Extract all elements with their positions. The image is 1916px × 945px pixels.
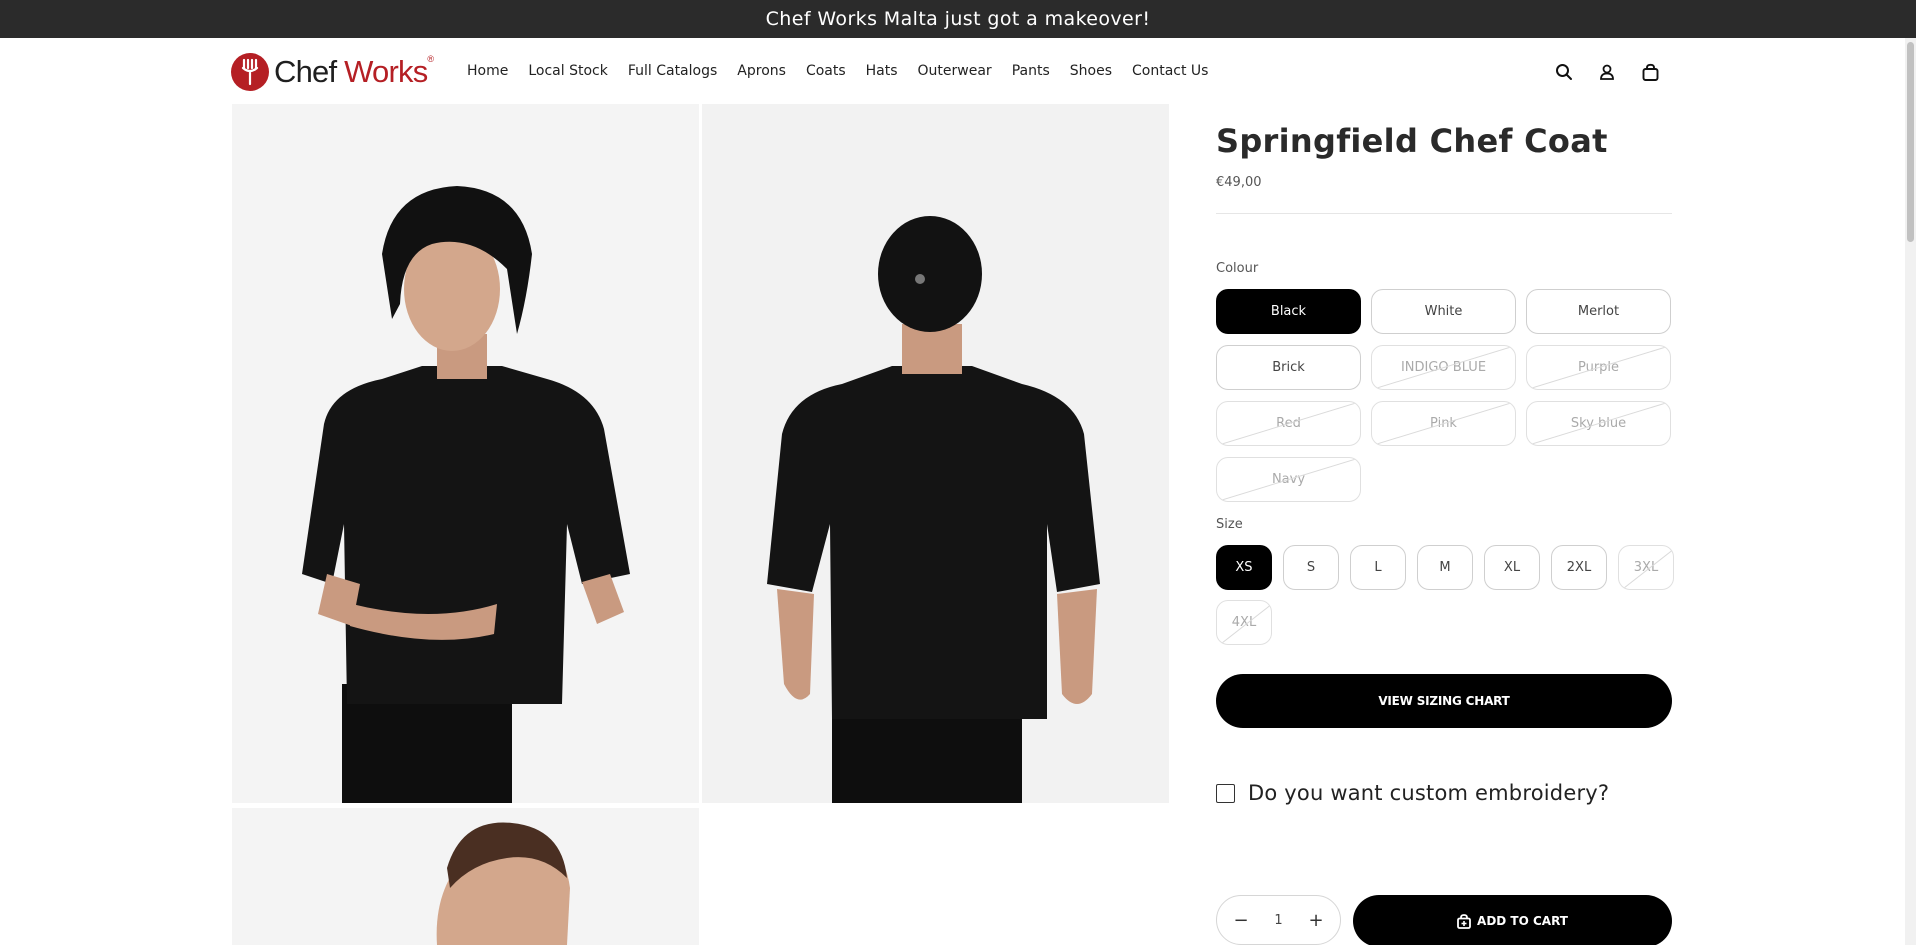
product-image-back[interactable] xyxy=(702,104,1169,803)
announcement-bar: Chef Works Malta just got a makeover! xyxy=(0,0,1916,38)
nav-local-stock[interactable]: Local Stock xyxy=(528,63,607,79)
header-icons xyxy=(1550,58,1679,86)
account-icon[interactable] xyxy=(1593,58,1621,86)
quantity-increase-button[interactable]: + xyxy=(1306,910,1326,931)
size-option-2xl[interactable]: 2XL xyxy=(1551,545,1607,590)
colour-option-pink[interactable]: Pink xyxy=(1371,401,1516,446)
embroidery-label[interactable]: Do you want custom embroidery? xyxy=(1248,781,1609,805)
size-options: XS S L M XL 2XL 3XL 4XL xyxy=(1216,545,1674,645)
size-label: Size xyxy=(1216,517,1243,532)
product-gallery xyxy=(232,104,1169,945)
divider xyxy=(1216,213,1672,214)
nav-coats[interactable]: Coats xyxy=(806,63,846,79)
nav-home[interactable]: Home xyxy=(467,63,508,79)
colour-option-red[interactable]: Red xyxy=(1216,401,1361,446)
scrollbar-thumb[interactable] xyxy=(1907,42,1914,242)
colour-option-brick[interactable]: Brick xyxy=(1216,345,1361,390)
colour-option-black[interactable]: Black xyxy=(1216,289,1361,334)
size-option-xl[interactable]: XL xyxy=(1484,545,1540,590)
colour-option-sky-blue[interactable]: Sky blue xyxy=(1526,401,1671,446)
view-sizing-chart-button[interactable]: VIEW SIZING CHART xyxy=(1216,674,1672,728)
nav-contact-us[interactable]: Contact Us xyxy=(1132,63,1208,79)
page-scrollbar[interactable] xyxy=(1905,38,1916,945)
nav-pants[interactable]: Pants xyxy=(1012,63,1050,79)
size-option-xs[interactable]: XS xyxy=(1216,545,1272,590)
colour-option-merlot[interactable]: Merlot xyxy=(1526,289,1671,334)
nav-hats[interactable]: Hats xyxy=(866,63,898,79)
add-to-cart-button[interactable]: ADD TO CART xyxy=(1353,895,1672,945)
cart-add-icon xyxy=(1457,913,1471,929)
size-option-4xl[interactable]: 4XL xyxy=(1216,600,1272,645)
product-info: Springfield Chef Coat €49,00 Colour Blac… xyxy=(1216,104,1674,945)
chef-works-logo[interactable]: Chef Works® xyxy=(231,52,434,92)
colour-option-navy[interactable]: Navy xyxy=(1216,457,1361,502)
colour-options: Black White Merlot Brick INDIGO BLUE Pur… xyxy=(1216,289,1672,502)
search-icon[interactable] xyxy=(1550,58,1578,86)
colour-option-white[interactable]: White xyxy=(1371,289,1516,334)
logo-word-works: Works xyxy=(344,54,428,89)
add-to-cart-label: ADD TO CART xyxy=(1477,914,1568,928)
announcement-text: Chef Works Malta just got a makeover! xyxy=(765,8,1151,30)
product-image-detail[interactable] xyxy=(232,808,699,945)
product-image-front[interactable] xyxy=(232,104,699,803)
colour-option-indigo-blue[interactable]: INDIGO BLUE xyxy=(1371,345,1516,390)
quantity-stepper: − 1 + xyxy=(1216,895,1341,945)
colour-option-purple[interactable]: Purple xyxy=(1526,345,1671,390)
quantity-input[interactable]: 1 xyxy=(1274,913,1282,928)
product-price: €49,00 xyxy=(1216,175,1262,190)
cart-icon[interactable] xyxy=(1636,58,1664,86)
size-option-m[interactable]: M xyxy=(1417,545,1473,590)
fork-logo-icon xyxy=(231,53,269,91)
nav-aprons[interactable]: Aprons xyxy=(737,63,786,79)
logo-word-chef: Chef xyxy=(274,54,337,89)
colour-label: Colour xyxy=(1216,261,1259,276)
embroidery-checkbox[interactable] xyxy=(1216,783,1235,803)
size-option-3xl[interactable]: 3XL xyxy=(1618,545,1674,590)
nav-outerwear[interactable]: Outerwear xyxy=(918,63,992,79)
quantity-decrease-button[interactable]: − xyxy=(1231,910,1251,931)
logo-trademark: ® xyxy=(427,54,434,64)
site-header: Chef Works® Home Local Stock Full Catalo… xyxy=(0,38,1916,104)
size-option-l[interactable]: L xyxy=(1350,545,1406,590)
nav-shoes[interactable]: Shoes xyxy=(1070,63,1112,79)
nav-full-catalogs[interactable]: Full Catalogs xyxy=(628,63,717,79)
logo-wordmark: Chef Works® xyxy=(274,54,434,90)
main-nav: Home Local Stock Full Catalogs Aprons Co… xyxy=(467,38,1228,104)
product-title: Springfield Chef Coat xyxy=(1216,122,1608,160)
size-option-s[interactable]: S xyxy=(1283,545,1339,590)
embroidery-option: Do you want custom embroidery? xyxy=(1216,781,1609,805)
